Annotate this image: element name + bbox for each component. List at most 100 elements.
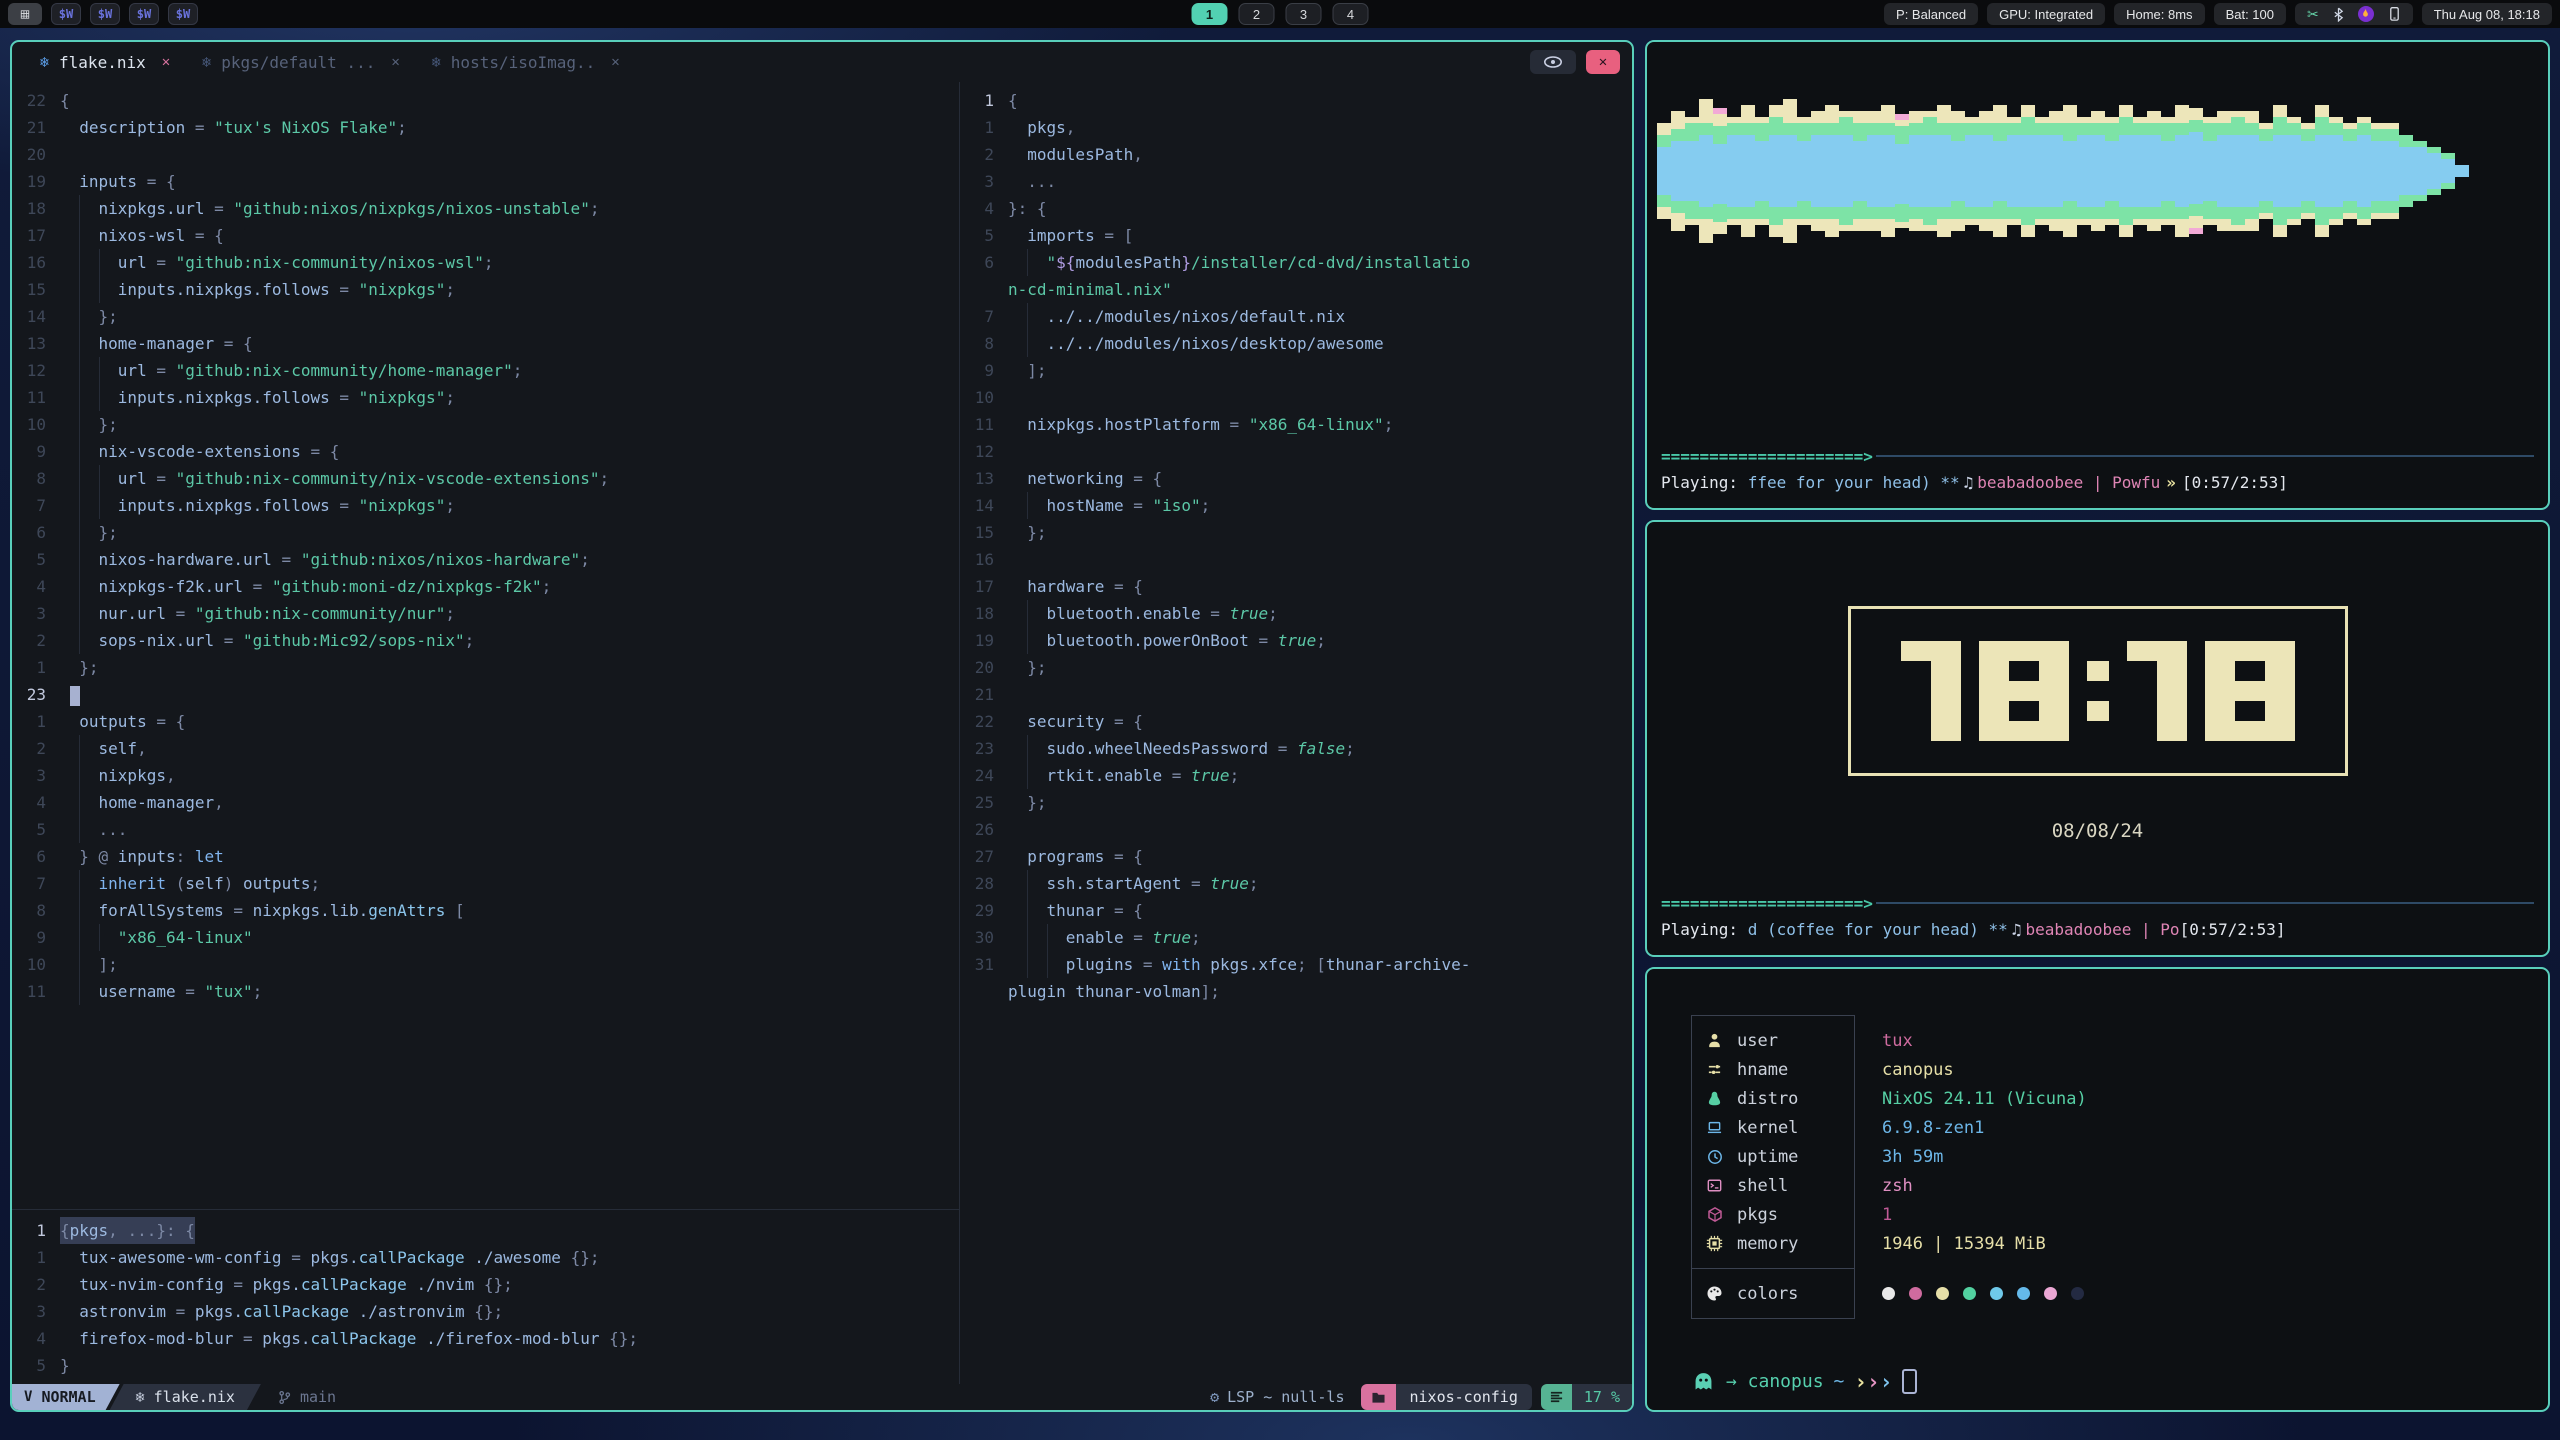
code-line: 28 ssh.startAgent = true; bbox=[960, 870, 1632, 897]
pane-iso-image[interactable]: 1{1 pkgs,2 modulesPath,3 ...4}: {5 impor… bbox=[960, 82, 1632, 1384]
tag-2[interactable]: 2 bbox=[1239, 3, 1275, 25]
scissors-icon[interactable]: ✂ bbox=[2307, 6, 2319, 23]
code-line: 24 rtkit.enable = true; bbox=[960, 762, 1632, 789]
clock-status[interactable]: Thu Aug 08, 18:18 bbox=[2422, 3, 2552, 25]
code-line: 3 nur.url = "github:nix-community/nur"; bbox=[12, 600, 959, 627]
viz-column bbox=[1825, 105, 1839, 237]
mode-segment: V NORMAL bbox=[12, 1384, 120, 1410]
viz-column bbox=[1699, 99, 1713, 243]
project-folder-segment[interactable] bbox=[1361, 1384, 1396, 1410]
viz-column bbox=[2259, 123, 2273, 219]
nix-snowflake-icon: ❄ bbox=[432, 53, 441, 71]
viz-column bbox=[2385, 123, 2399, 219]
viz-column bbox=[1923, 111, 1937, 231]
progress-icon-segment bbox=[1541, 1384, 1572, 1410]
playing-line[interactable]: Playing: ffee for your head) **♫beabadoo… bbox=[1661, 469, 2534, 496]
tab-flake-nix[interactable]: ❄flake.nix✕ bbox=[24, 42, 186, 82]
close-button[interactable]: ✕ bbox=[1586, 50, 1620, 74]
pane-pkgs-default[interactable]: 1{pkgs, ...}: {1 tux-awesome-wm-config =… bbox=[12, 1210, 959, 1384]
tab-label: pkgs/default ... bbox=[221, 53, 375, 72]
chevron-icon: › bbox=[1867, 1370, 1880, 1394]
code-line: 12 bbox=[960, 438, 1632, 465]
git-branch-segment[interactable]: main bbox=[261, 1384, 336, 1410]
pane-flake-nix[interactable]: 22{21 description = "tux's NixOS Flake";… bbox=[12, 82, 959, 1209]
gpu-status[interactable]: GPU: Integrated bbox=[1987, 3, 2105, 25]
code-line: 22{ bbox=[12, 87, 959, 114]
viz-column bbox=[2217, 111, 2231, 231]
tabline: ❄flake.nix✕❄pkgs/default ...✕❄hosts/isoI… bbox=[12, 42, 1632, 82]
code-line: 6 } @ inputs: let bbox=[12, 843, 959, 870]
code-line: 2 tux-nvim-config = pkgs.callPackage ./n… bbox=[12, 1271, 959, 1298]
playing-line[interactable]: Playing: d (coffee for your head) **♫bea… bbox=[1661, 916, 2534, 943]
fetch-row-pkgs: pkgs bbox=[1692, 1200, 1854, 1229]
now-playing-2: =====================> Playing: d (coffe… bbox=[1661, 890, 2534, 943]
music-note-icon: ♫ bbox=[2008, 920, 2026, 939]
power-profile-label: P: Balanced bbox=[1896, 7, 1966, 22]
progress-label: 17 % bbox=[1584, 1388, 1620, 1406]
code-line: 13 home-manager = { bbox=[12, 330, 959, 357]
viz-column bbox=[1657, 123, 1671, 219]
tab-close-icon[interactable]: ✕ bbox=[391, 54, 399, 70]
tag-4[interactable]: 4 bbox=[1333, 3, 1369, 25]
workspace-button-2[interactable]: $W bbox=[90, 3, 120, 25]
code-line: 26 bbox=[960, 816, 1632, 843]
gear-icon: ⚙ bbox=[1210, 1388, 1219, 1406]
tab-close-icon[interactable]: ✕ bbox=[162, 54, 170, 70]
neovim-window: ❄flake.nix✕❄pkgs/default ...✕❄hosts/isoI… bbox=[10, 40, 1634, 1412]
tab-pkgs-default-[interactable]: ❄pkgs/default ...✕ bbox=[186, 42, 416, 82]
code-line: 5 ... bbox=[12, 816, 959, 843]
code-line: 10 ]; bbox=[12, 951, 959, 978]
viz-column bbox=[2427, 147, 2441, 195]
code-line: 4 home-manager, bbox=[12, 789, 959, 816]
workspace-button-3[interactable]: $W bbox=[129, 3, 159, 25]
project-name-segment[interactable]: nixos-config bbox=[1396, 1384, 1532, 1410]
lsp-segment[interactable]: ⚙ LSP ~ null-ls bbox=[1210, 1384, 1360, 1410]
viz-column bbox=[2049, 111, 2063, 231]
viz-column bbox=[2063, 105, 2077, 237]
firefox-icon[interactable] bbox=[2358, 6, 2374, 22]
viz-column bbox=[2231, 111, 2245, 231]
tab-hosts-isoImag-[interactable]: ❄hosts/isoImag..✕ bbox=[416, 42, 636, 82]
workspace-button-4[interactable]: $W bbox=[168, 3, 198, 25]
vim-icon: V bbox=[24, 1389, 32, 1405]
viz-column bbox=[2399, 135, 2413, 207]
app-launcher-button[interactable] bbox=[8, 3, 42, 25]
code-line: n-cd-minimal.nix" bbox=[960, 276, 1632, 303]
viz-column bbox=[1797, 117, 1811, 225]
power-profile-status[interactable]: P: Balanced bbox=[1884, 3, 1978, 25]
ghost-icon bbox=[1693, 1372, 1714, 1391]
viz-column bbox=[2175, 105, 2189, 237]
editor-cursor bbox=[70, 686, 80, 706]
shell-prompt[interactable]: → canopus ~ ››› bbox=[1693, 1369, 2548, 1394]
viz-column bbox=[1741, 105, 1755, 237]
code-line: 11 username = "tux"; bbox=[12, 978, 959, 1005]
toggle-button[interactable] bbox=[1530, 50, 1576, 74]
playing-prefix: Playing: bbox=[1661, 920, 1748, 939]
viz-column bbox=[2441, 153, 2455, 189]
scroll-progress-segment: 17 % bbox=[1572, 1384, 1632, 1410]
statusline-right: ⚙ LSP ~ null-ls nixos-config 17 % bbox=[1210, 1384, 1632, 1410]
code-line: 1 outputs = { bbox=[12, 708, 959, 735]
workspace-button-1[interactable]: $W bbox=[51, 3, 81, 25]
bluetooth-icon[interactable] bbox=[2333, 7, 2344, 22]
battery-status[interactable]: Bat: 100 bbox=[2214, 3, 2286, 25]
code-line: 18 bluetooth.enable = true; bbox=[960, 600, 1632, 627]
separator: =====================> bbox=[1661, 890, 2534, 916]
clock-date: 08/08/24 bbox=[1647, 820, 2548, 842]
phone-icon[interactable] bbox=[2388, 6, 2401, 22]
git-branch-icon bbox=[277, 1390, 292, 1405]
viz-column bbox=[2245, 111, 2259, 231]
fetch-value-distro: NixOS 24.11 (Vicuna) bbox=[1882, 1084, 2098, 1113]
ping-status[interactable]: Home: 8ms bbox=[2114, 3, 2204, 25]
code-line: 10 bbox=[960, 384, 1632, 411]
code-line: 8 forAllSystems = nixpkgs.lib.genAttrs [ bbox=[12, 897, 959, 924]
tab-close-icon[interactable]: ✕ bbox=[611, 54, 619, 70]
fetch-divider bbox=[1692, 1268, 1854, 1269]
color-dot bbox=[1990, 1287, 2003, 1300]
tag-3[interactable]: 3 bbox=[1286, 3, 1322, 25]
tag-1[interactable]: 1 bbox=[1192, 3, 1228, 25]
code-line: 22 security = { bbox=[960, 708, 1632, 735]
viz-column bbox=[1727, 117, 1741, 225]
separator-dashes: =====================> bbox=[1661, 894, 1873, 913]
code-line: 2 modulesPath, bbox=[960, 141, 1632, 168]
